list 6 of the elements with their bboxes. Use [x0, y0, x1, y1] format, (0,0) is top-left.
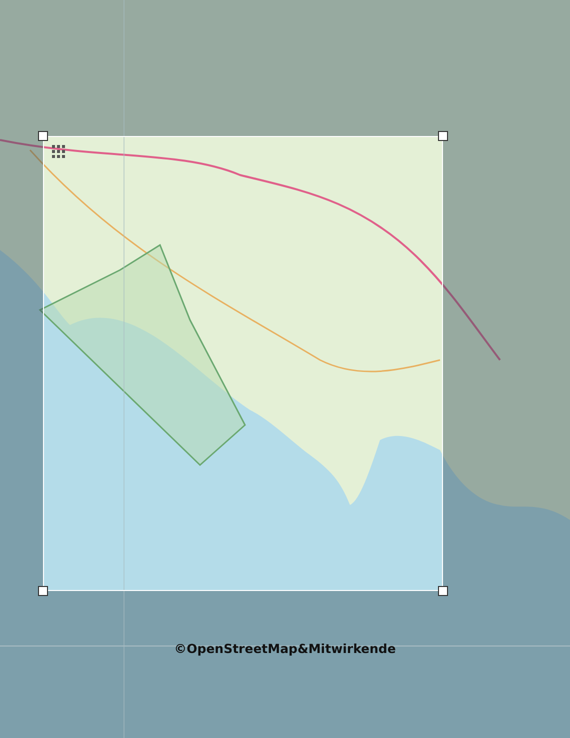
resize-handle[interactable]	[438, 586, 448, 596]
attribution-text: ©OpenStreetMap&Mitwirkende	[174, 641, 396, 656]
resize-handle[interactable]	[438, 131, 448, 141]
grid-icon[interactable]	[52, 145, 65, 158]
resize-handle[interactable]	[38, 131, 48, 141]
resize-handle[interactable]	[38, 586, 48, 596]
